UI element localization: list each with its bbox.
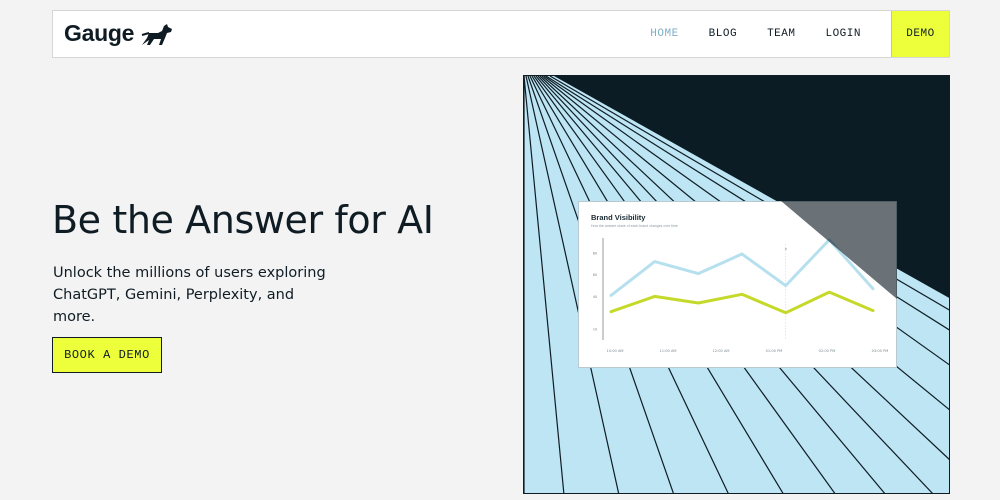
hero-illustration: Brand Visibility How the answer share of…	[523, 75, 950, 494]
y-tick-label: 60	[593, 273, 598, 277]
nav-home[interactable]: HOME	[650, 28, 678, 40]
series-green-line	[609, 290, 875, 315]
hero-subtitle: Unlock the millions of users exploring C…	[53, 265, 326, 325]
navbar: Gauge HOME BLOG TEAM LOGIN DEMO	[52, 10, 950, 58]
logo[interactable]: Gauge	[64, 20, 174, 47]
book-demo-button[interactable]: BOOK A DEMO	[52, 337, 162, 373]
y-tick-label: 40	[593, 295, 598, 299]
brand-visibility-chart: 80 60 40 10 10:00 AM 11:00 AM 12:00 AM 01:00 PM…	[593, 238, 889, 353]
nav-demo-button[interactable]: DEMO	[891, 11, 949, 57]
x-tick-label: 10:00 AM	[606, 349, 623, 353]
x-tick-label: 02:00 PM	[819, 349, 836, 353]
hover-marker-label: a	[785, 247, 787, 251]
brand-visibility-card: Brand Visibility How the answer share of…	[578, 201, 897, 368]
nav-blog[interactable]: BLOG	[709, 28, 737, 40]
x-tick-label: 11:00 AM	[659, 349, 676, 353]
x-tick-label: 03:00 PM	[872, 349, 889, 353]
dog-icon	[141, 23, 173, 45]
nav-login[interactable]: LOGIN	[825, 28, 861, 40]
y-tick-label: 80	[593, 251, 598, 255]
y-tick-label: 10	[593, 328, 598, 332]
hero-title: Be the Answer for AI	[52, 198, 434, 242]
logo-text: Gauge	[64, 20, 135, 46]
nav-links: HOME BLOG TEAM LOGIN DEMO	[650, 11, 949, 57]
x-tick-label: 01:00 PM	[766, 349, 783, 353]
series-blue-line	[609, 238, 875, 297]
nav-team[interactable]: TEAM	[767, 28, 795, 40]
x-tick-label: 12:00 AM	[712, 349, 729, 353]
